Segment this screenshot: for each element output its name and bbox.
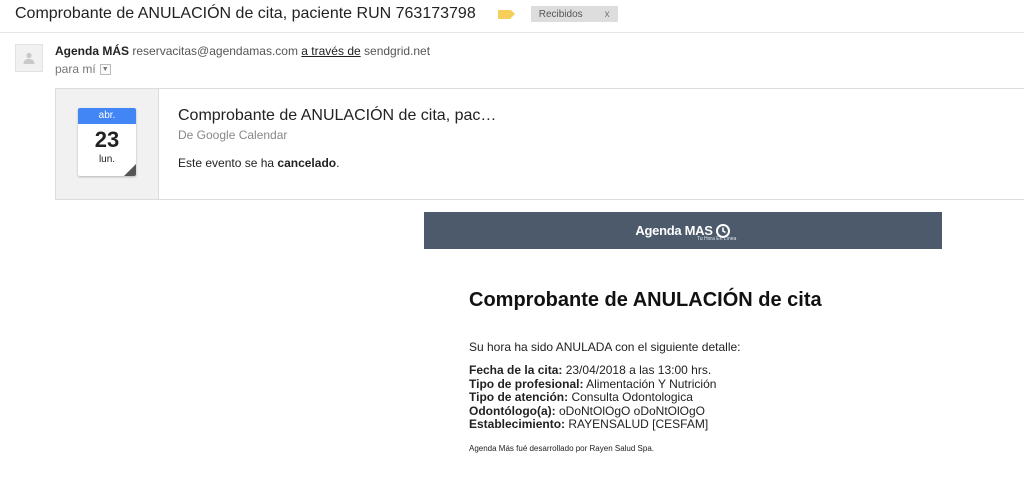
- subject-row: Comprobante de ANULACIÓN de cita, pacien…: [15, 3, 618, 25]
- invite-title[interactable]: Comprobante de ANULACIÓN de cita, pac…: [178, 107, 496, 125]
- invite-message-status: cancelado: [277, 156, 337, 170]
- important-label-icon[interactable]: [497, 9, 515, 19]
- sender-name[interactable]: Agenda MÁS: [55, 44, 129, 58]
- detail-row: Fecha de la cita: 23/04/2018 a las 13:00…: [469, 363, 716, 378]
- invite-message: Este evento se ha cancelado.: [178, 156, 339, 170]
- detail-label: Odontólogo(a):: [469, 403, 556, 418]
- calendar-month: abr.: [78, 108, 136, 124]
- calendar-icon: abr. 23 lun.: [78, 108, 136, 176]
- calendar-invite-card: abr. 23 lun. Comprobante de ANULACIÓN de…: [55, 88, 1024, 200]
- detail-value: 23/04/2018 a las 13:00 hrs.: [562, 363, 712, 377]
- detail-row: Tipo de profesional: Alimentación Y Nutr…: [469, 376, 717, 392]
- email-subject: Comprobante de ANULACIÓN de cita, pacien…: [15, 5, 476, 22]
- detail-row: Establecimiento: RAYENSALUD [CESFAM]: [469, 417, 716, 432]
- page-fold-icon: [124, 164, 136, 176]
- calendar-day: 23: [94, 127, 120, 152]
- calendar-panel: abr. 23 lun.: [56, 89, 159, 199]
- person-icon: [23, 52, 35, 64]
- appointment-details: Fecha de la cita: 23/04/2018 a las 13:00…: [469, 363, 717, 432]
- invite-source: De Google Calendar: [178, 128, 288, 142]
- agenda-mas-banner: Agenda MAS Tu Hora En Línea: [424, 212, 942, 249]
- message-intro: Su hora ha sido ANULADA con el siguiente…: [469, 340, 741, 354]
- detail-label: Tipo de atención:: [469, 390, 569, 404]
- invite-message-suffix: .: [336, 156, 340, 170]
- recipient-line: para mí ▼: [55, 62, 111, 76]
- remove-label-button[interactable]: x: [605, 9, 610, 20]
- message-title: Comprobante de ANULACIÓN de cita: [469, 289, 822, 311]
- logo-tagline: Tu Hora En Línea: [697, 236, 737, 242]
- detail-value: Consulta Odontologica: [568, 390, 693, 404]
- inbox-label-text: Recibidos: [538, 8, 583, 20]
- message-footer: Agenda Más fué desarrollado por Rayen Sa…: [469, 444, 655, 453]
- detail-value: RAYENSALUD [CESFAM]: [565, 417, 709, 431]
- via-domain: sendgrid.net: [364, 44, 431, 58]
- detail-label: Fecha de la cita:: [469, 363, 563, 377]
- detail-label: Tipo de profesional:: [469, 376, 584, 391]
- detail-value: oDoNtOlOgO oDoNtOlOgO: [555, 403, 706, 418]
- sender-avatar[interactable]: [15, 44, 43, 72]
- sender-line: Agenda MÁS reservacitas@agendamas.com a …: [55, 44, 430, 58]
- inbox-label-chip[interactable]: Recibidos x: [530, 6, 618, 22]
- detail-row: Odontólogo(a): oDoNtOlOgO oDoNtOlOgO: [469, 403, 716, 419]
- recipient-text: para mí: [55, 62, 96, 76]
- detail-value: Alimentación Y Nutrición: [583, 376, 717, 391]
- detail-label: Establecimiento:: [469, 417, 566, 431]
- invite-message-prefix: Este evento se ha: [178, 156, 278, 170]
- chevron-down-icon[interactable]: ▼: [99, 63, 111, 75]
- header-divider: [0, 32, 1024, 33]
- sender-address: reservacitas@agendamas.com: [132, 44, 298, 58]
- detail-row: Tipo de atención: Consulta Odontologica: [469, 390, 716, 405]
- via-link[interactable]: a través de: [301, 44, 360, 58]
